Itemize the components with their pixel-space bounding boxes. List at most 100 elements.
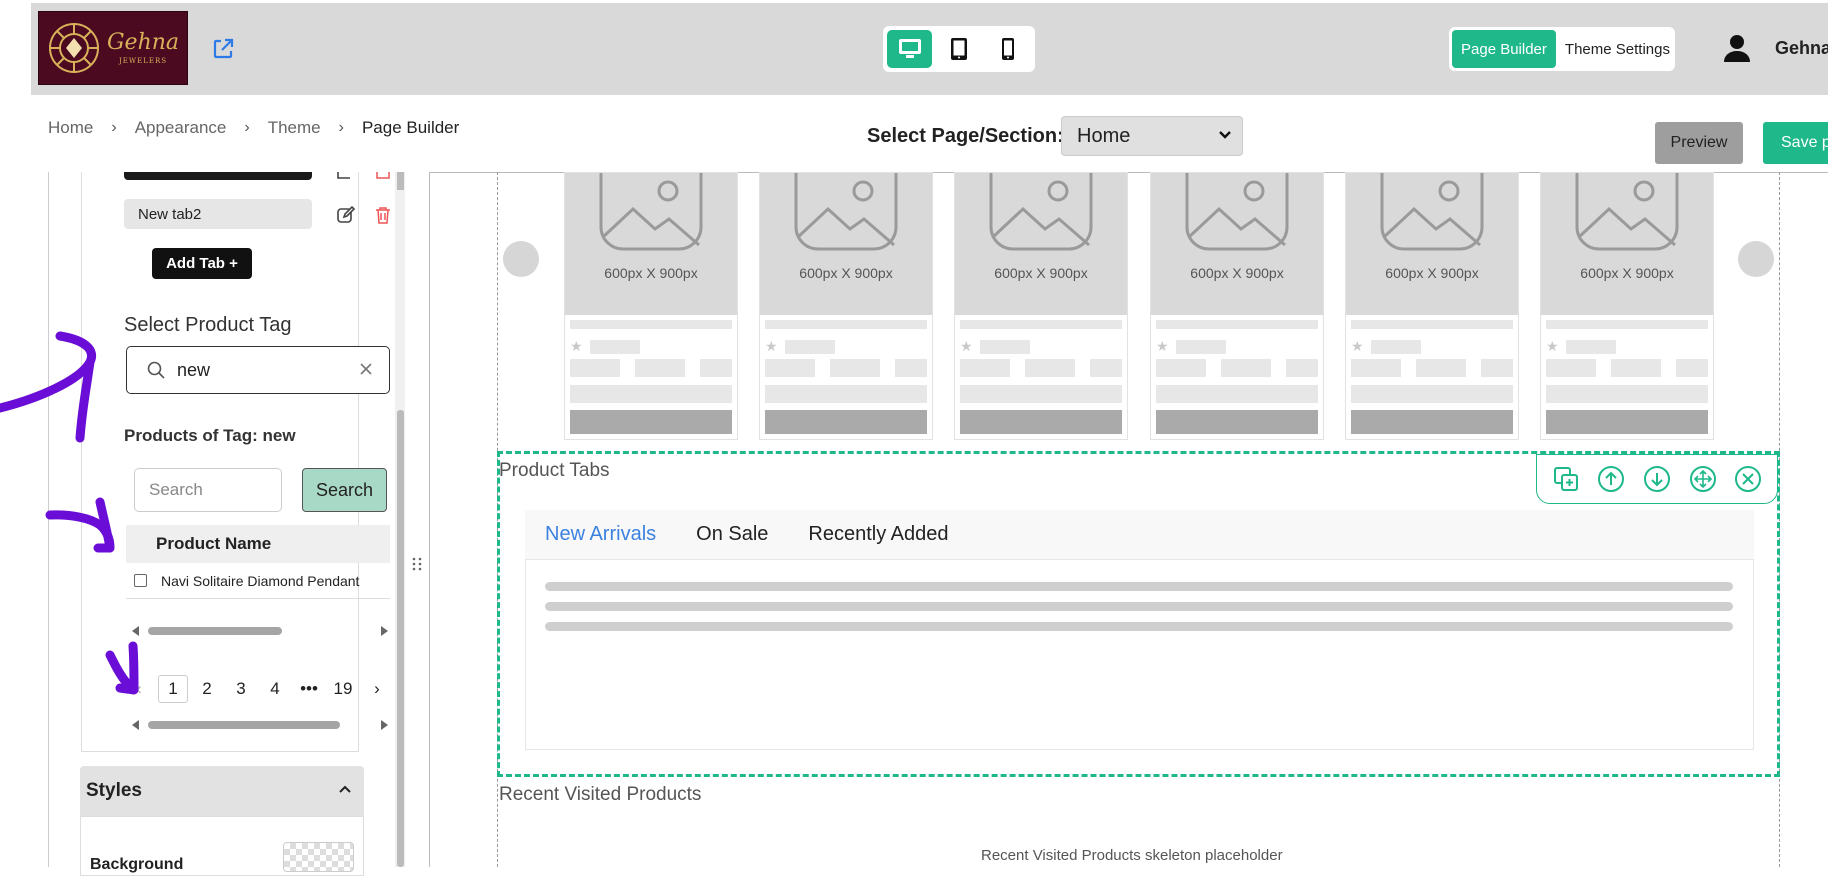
close-icon[interactable] [1734,465,1762,493]
image-placeholder [760,173,932,315]
scroll-right-icon[interactable] [381,626,388,636]
star-icon: ★ [1546,338,1559,354]
carousel-prev-button[interactable] [503,241,539,277]
product-name-header[interactable]: Product Name [126,525,390,563]
tab-pill-selected[interactable] [124,172,312,180]
table-row[interactable]: Navi Solitaire Diamond Pendant [126,563,390,599]
image-dimensions: 600px X 900px [1385,265,1479,281]
product-tabs-row: New Arrivals On Sale Recently Added [525,510,1754,560]
star-icon: ★ [1156,338,1169,354]
product-card-skeleton: 600px X 900px ★ [1150,172,1324,440]
chevron-up-icon [339,785,351,793]
tablet-view-button[interactable] [936,30,981,68]
scroll-left-icon[interactable] [132,626,139,636]
background-label: Background [90,856,184,873]
brand-name: Gehna [106,29,180,55]
image-placeholder [955,173,1127,315]
image-placeholder-icon [1380,173,1484,251]
product-name-cell: Navi Solitaire Diamond Pendant [161,572,360,589]
page-select-label: Select Page/Section: [867,125,1064,147]
carousel-next-button[interactable] [1738,241,1774,277]
save-page-button[interactable]: Save page [1763,122,1828,164]
device-toggle [883,26,1035,72]
trash-icon[interactable] [374,205,392,225]
product-tag-search[interactable]: new [126,346,390,394]
scroll-left-icon[interactable] [132,720,139,730]
skeleton-line [545,622,1733,631]
tab-on-sale[interactable]: On Sale [696,523,768,546]
duplicate-icon[interactable] [1552,465,1580,493]
star-icon: ★ [570,338,583,354]
image-placeholder [565,173,737,315]
trash-icon[interactable] [374,172,392,180]
product-tag-value: new [177,360,211,380]
skeleton-line [545,582,1733,591]
tab-recently-added[interactable]: Recently Added [808,523,948,546]
recent-visited-placeholder: Recent Visited Products skeleton placeho… [981,847,1283,864]
preview-button[interactable]: Preview [1655,122,1743,164]
brand-subtitle: JEWELERS [118,56,168,65]
row-checkbox[interactable] [134,574,147,587]
panel-horizontal-scrollbar[interactable] [132,718,388,730]
image-dimensions: 600px X 900px [604,265,698,281]
page-builder-tab[interactable]: Page Builder [1452,30,1556,68]
external-link-icon[interactable] [211,37,235,61]
page-1[interactable]: 1 [158,675,188,703]
styles-accordion-header[interactable]: Styles [80,766,364,816]
breadcrumb-appearance[interactable]: Appearance [135,118,227,138]
star-icon: ★ [765,338,778,354]
desktop-view-button[interactable] [887,30,933,68]
product-card-skeleton: 600px X 900px ★ [759,172,933,440]
breadcrumb-home[interactable]: Home [48,118,93,138]
page-2[interactable]: 2 [190,679,224,699]
image-placeholder [1541,173,1713,315]
scroll-right-icon[interactable] [381,720,388,730]
styles-title: Styles [86,780,142,801]
page-19[interactable]: 19 [326,679,360,699]
breadcrumb-page-builder: Page Builder [361,118,460,137]
edit-icon[interactable] [336,172,356,180]
resize-handle-icon[interactable] [411,554,423,574]
tab-pill[interactable]: New tab2 [124,199,312,229]
image-placeholder [1151,173,1323,315]
next-page-icon[interactable]: › [360,679,394,699]
user-name[interactable]: Gehna [1775,38,1828,59]
brand-logo[interactable]: Gehna JEWELERS [38,11,188,85]
settings-panel: New tab2 Add Tab + Select Product Tag ne… [48,172,408,867]
edit-icon[interactable] [336,205,356,225]
background-color-swatch[interactable] [283,842,354,872]
panel-scroll-thumb[interactable] [397,410,404,867]
add-tab-button[interactable]: Add Tab + [152,248,252,279]
drag-move-icon[interactable] [1689,465,1717,493]
theme-settings-tab[interactable]: Theme Settings [1556,30,1679,68]
image-placeholder [1346,173,1518,315]
breadcrumb-theme[interactable]: Theme [268,118,321,138]
page-3[interactable]: 3 [224,679,258,699]
product-search-input[interactable]: Search [134,468,282,512]
page-ellipsis[interactable]: ••• [292,679,326,699]
star-icon: ★ [960,338,973,354]
mobile-view-button[interactable] [986,30,1031,68]
move-down-icon[interactable] [1643,465,1671,493]
scroll-thumb[interactable] [148,721,340,729]
product-search-button[interactable]: Search [302,468,387,512]
section-toolbar [1536,454,1778,504]
page-4[interactable]: 4 [258,679,292,699]
mode-toggle: Page Builder Theme Settings [1449,27,1675,71]
prev-page-icon[interactable]: ‹ [122,679,156,699]
breadcrumb: Home › Appearance › Theme › Page Builder [48,118,459,138]
user-icon[interactable] [1722,33,1752,63]
table-horizontal-scrollbar[interactable] [132,624,388,636]
select-product-tag-label: Select Product Tag [124,314,292,336]
clear-icon[interactable] [359,362,373,376]
mobile-icon [1002,38,1015,60]
pagination: ‹ 1 2 3 4 ••• 19 › [122,675,394,703]
page-select[interactable]: Home [1061,116,1243,156]
move-up-icon[interactable] [1597,465,1625,493]
tab-new-arrivals[interactable]: New Arrivals [545,523,656,546]
chevron-right-icon: › [244,119,250,136]
mandala-icon [48,23,99,73]
image-placeholder-icon [1575,173,1679,251]
product-tabs-title: Product Tabs [499,460,610,481]
scroll-thumb[interactable] [148,627,282,635]
